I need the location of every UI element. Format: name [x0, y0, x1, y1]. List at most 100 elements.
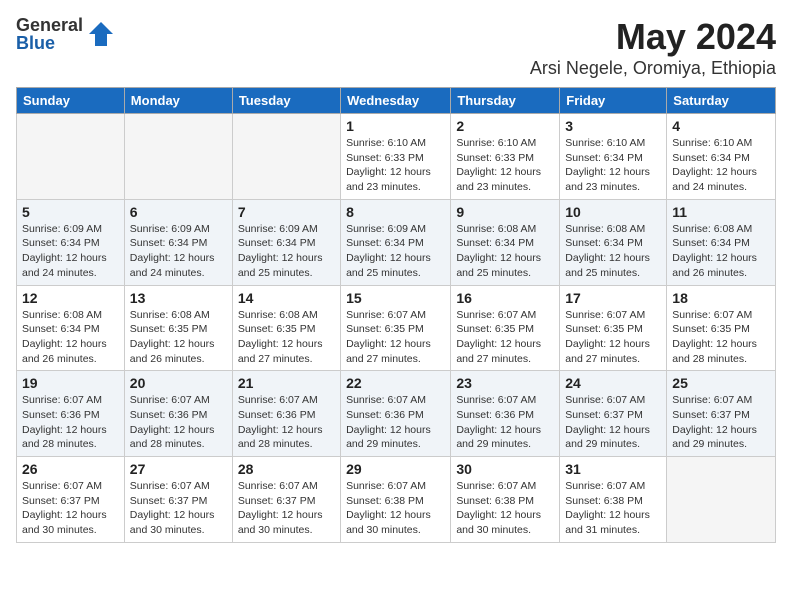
day-cell: 5 Sunrise: 6:09 AM Sunset: 6:34 PM Daylig… [17, 199, 125, 285]
day-cell: 15 Sunrise: 6:07 AM Sunset: 6:35 PM Dayli… [341, 285, 451, 371]
day-cell: 25 Sunrise: 6:07 AM Sunset: 6:37 PM Dayli… [667, 371, 776, 457]
day-cell: 3 Sunrise: 6:10 AM Sunset: 6:34 PM Daylig… [560, 114, 667, 200]
day-info: Sunrise: 6:07 AM Sunset: 6:35 PM Dayligh… [672, 308, 770, 367]
day-info: Sunrise: 6:07 AM Sunset: 6:35 PM Dayligh… [565, 308, 661, 367]
page-header: General Blue May 2024 Arsi Negele, Oromi… [16, 16, 776, 79]
day-number: 21 [238, 375, 335, 391]
day-cell: 20 Sunrise: 6:07 AM Sunset: 6:36 PM Dayli… [124, 371, 232, 457]
day-cell: 2 Sunrise: 6:10 AM Sunset: 6:33 PM Daylig… [451, 114, 560, 200]
week-row-0: 1Sunrise: 6:10 AM Sunset: 6:33 PM Daylig… [17, 114, 776, 200]
day-cell [667, 457, 776, 543]
day-info: Sunrise: 6:07 AM Sunset: 6:35 PM Dayligh… [456, 308, 554, 367]
day-cell: 21 Sunrise: 6:07 AM Sunset: 6:36 PM Dayli… [232, 371, 340, 457]
day-info: Sunrise: 6:07 AM Sunset: 6:36 PM Dayligh… [456, 393, 554, 452]
day-number: 6 [130, 204, 227, 220]
week-row-1: 5 Sunrise: 6:09 AM Sunset: 6:34 PM Daylig… [17, 199, 776, 285]
day-info: Sunrise: 6:10 AM Sunset: 6:34 PM Dayligh… [565, 136, 661, 195]
day-number: 18 [672, 290, 770, 306]
day-number: 4 [672, 118, 770, 134]
day-info: Sunrise: 6:09 AM Sunset: 6:34 PM Dayligh… [238, 222, 335, 281]
week-row-2: 12 Sunrise: 6:08 AM Sunset: 6:34 PM Dayli… [17, 285, 776, 371]
day-number: 12 [22, 290, 119, 306]
day-number: 3 [565, 118, 661, 134]
day-number: 8 [346, 204, 445, 220]
day-cell: 10 Sunrise: 6:08 AM Sunset: 6:34 PM Dayli… [560, 199, 667, 285]
day-info: Sunrise: 6:08 AM Sunset: 6:34 PM Dayligh… [672, 222, 770, 281]
day-info: Sunrise: 6:07 AM Sunset: 6:37 PM Dayligh… [238, 479, 335, 538]
logo-general: General [16, 16, 83, 34]
day-number: 17 [565, 290, 661, 306]
day-cell: 29 Sunrise: 6:07 AM Sunset: 6:38 PM Dayli… [341, 457, 451, 543]
day-info: Sunrise: 6:07 AM Sunset: 6:36 PM Dayligh… [130, 393, 227, 452]
day-number: 5 [22, 204, 119, 220]
day-number: 13 [130, 290, 227, 306]
day-cell: 12 Sunrise: 6:08 AM Sunset: 6:34 PM Dayli… [17, 285, 125, 371]
day-number: 9 [456, 204, 554, 220]
day-cell: 22Sunrise: 6:07 AM Sunset: 6:36 PM Dayli… [341, 371, 451, 457]
header-sunday: Sunday [17, 88, 125, 114]
month-title: May 2024 [530, 16, 776, 58]
day-cell: 23 Sunrise: 6:07 AM Sunset: 6:36 PM Dayli… [451, 371, 560, 457]
day-cell: 9 Sunrise: 6:08 AM Sunset: 6:34 PM Daylig… [451, 199, 560, 285]
day-number: 10 [565, 204, 661, 220]
week-row-4: 26 Sunrise: 6:07 AM Sunset: 6:37 PM Dayli… [17, 457, 776, 543]
day-number: 30 [456, 461, 554, 477]
day-info: Sunrise: 6:08 AM Sunset: 6:34 PM Dayligh… [456, 222, 554, 281]
day-number: 16 [456, 290, 554, 306]
calendar: SundayMondayTuesdayWednesdayThursdayFrid… [16, 87, 776, 543]
day-info: Sunrise: 6:07 AM Sunset: 6:38 PM Dayligh… [346, 479, 445, 538]
day-number: 26 [22, 461, 119, 477]
day-number: 2 [456, 118, 554, 134]
day-number: 27 [130, 461, 227, 477]
day-number: 7 [238, 204, 335, 220]
logo-blue: Blue [16, 34, 83, 52]
day-number: 22 [346, 375, 445, 391]
day-info: Sunrise: 6:07 AM Sunset: 6:35 PM Dayligh… [346, 308, 445, 367]
day-info: Sunrise: 6:08 AM Sunset: 6:35 PM Dayligh… [130, 308, 227, 367]
day-info: Sunrise: 6:10 AM Sunset: 6:34 PM Dayligh… [672, 136, 770, 195]
day-cell: 27Sunrise: 6:07 AM Sunset: 6:37 PM Dayli… [124, 457, 232, 543]
day-info: Sunrise: 6:07 AM Sunset: 6:38 PM Dayligh… [565, 479, 661, 538]
day-info: Sunrise: 6:10 AM Sunset: 6:33 PM Dayligh… [346, 136, 445, 195]
day-info: Sunrise: 6:09 AM Sunset: 6:34 PM Dayligh… [346, 222, 445, 281]
day-cell: 7 Sunrise: 6:09 AM Sunset: 6:34 PM Daylig… [232, 199, 340, 285]
day-number: 15 [346, 290, 445, 306]
header-saturday: Saturday [667, 88, 776, 114]
header-thursday: Thursday [451, 88, 560, 114]
header-monday: Monday [124, 88, 232, 114]
day-cell: 26 Sunrise: 6:07 AM Sunset: 6:37 PM Dayli… [17, 457, 125, 543]
day-cell: 18 Sunrise: 6:07 AM Sunset: 6:35 PM Dayli… [667, 285, 776, 371]
day-info: Sunrise: 6:07 AM Sunset: 6:37 PM Dayligh… [565, 393, 661, 452]
day-cell [17, 114, 125, 200]
day-number: 31 [565, 461, 661, 477]
day-number: 24 [565, 375, 661, 391]
day-cell: 11 Sunrise: 6:08 AM Sunset: 6:34 PM Dayli… [667, 199, 776, 285]
day-cell: 1Sunrise: 6:10 AM Sunset: 6:33 PM Daylig… [341, 114, 451, 200]
day-number: 25 [672, 375, 770, 391]
day-number: 23 [456, 375, 554, 391]
day-info: Sunrise: 6:08 AM Sunset: 6:34 PM Dayligh… [565, 222, 661, 281]
day-info: Sunrise: 6:09 AM Sunset: 6:34 PM Dayligh… [22, 222, 119, 281]
day-cell: 6Sunrise: 6:09 AM Sunset: 6:34 PM Daylig… [124, 199, 232, 285]
day-cell: 31 Sunrise: 6:07 AM Sunset: 6:38 PM Dayli… [560, 457, 667, 543]
day-cell: 24 Sunrise: 6:07 AM Sunset: 6:37 PM Dayli… [560, 371, 667, 457]
day-info: Sunrise: 6:07 AM Sunset: 6:38 PM Dayligh… [456, 479, 554, 538]
header-wednesday: Wednesday [341, 88, 451, 114]
day-number: 20 [130, 375, 227, 391]
day-number: 14 [238, 290, 335, 306]
day-info: Sunrise: 6:08 AM Sunset: 6:34 PM Dayligh… [22, 308, 119, 367]
header-row: SundayMondayTuesdayWednesdayThursdayFrid… [17, 88, 776, 114]
day-info: Sunrise: 6:07 AM Sunset: 6:37 PM Dayligh… [22, 479, 119, 538]
day-cell: 13 Sunrise: 6:08 AM Sunset: 6:35 PM Dayli… [124, 285, 232, 371]
day-number: 29 [346, 461, 445, 477]
day-cell: 16 Sunrise: 6:07 AM Sunset: 6:35 PM Dayli… [451, 285, 560, 371]
day-number: 11 [672, 204, 770, 220]
day-info: Sunrise: 6:07 AM Sunset: 6:36 PM Dayligh… [238, 393, 335, 452]
day-info: Sunrise: 6:10 AM Sunset: 6:33 PM Dayligh… [456, 136, 554, 195]
day-cell: 4 Sunrise: 6:10 AM Sunset: 6:34 PM Daylig… [667, 114, 776, 200]
logo-icon [87, 20, 115, 48]
day-cell [124, 114, 232, 200]
day-number: 19 [22, 375, 119, 391]
day-info: Sunrise: 6:07 AM Sunset: 6:37 PM Dayligh… [672, 393, 770, 452]
day-cell: 14Sunrise: 6:08 AM Sunset: 6:35 PM Dayli… [232, 285, 340, 371]
